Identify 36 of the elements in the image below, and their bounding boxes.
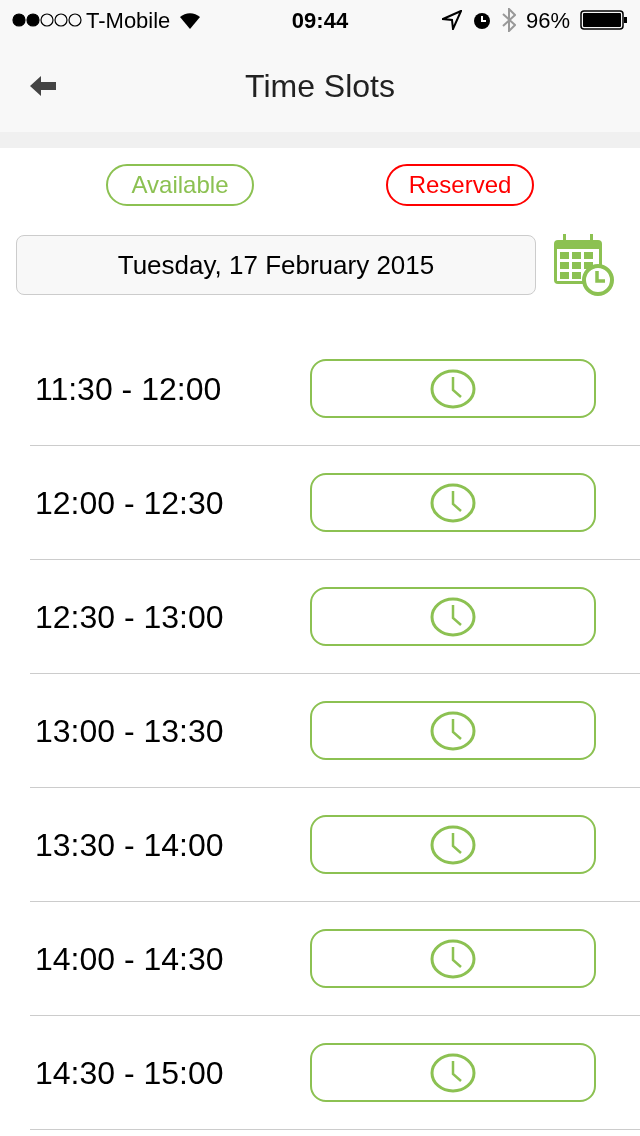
slot-button[interactable] <box>310 473 596 532</box>
clock-icon <box>430 482 476 523</box>
time-range: 14:30 - 15:00 <box>35 1053 225 1093</box>
slot-button[interactable] <box>310 815 596 874</box>
slot-button[interactable] <box>310 587 596 646</box>
clock-icon <box>430 1052 476 1093</box>
alarm-icon <box>471 10 492 30</box>
battery-icon <box>580 10 628 30</box>
clock-icon <box>430 938 476 979</box>
slot-button[interactable] <box>310 1043 596 1102</box>
slot-button[interactable] <box>310 929 596 988</box>
date-field[interactable]: Tuesday, 17 February 2015 <box>16 235 536 295</box>
time-range: 11:30 - 12:00 <box>35 369 223 409</box>
clock-icon <box>430 596 476 637</box>
carrier-name: T-Mobile <box>86 6 171 35</box>
calendar-clock-icon[interactable] <box>552 234 614 296</box>
clock-time: 09:44 <box>291 6 349 35</box>
wifi-icon <box>178 11 203 29</box>
signal-icon <box>12 13 82 27</box>
time-range: 13:00 - 13:30 <box>35 711 225 751</box>
slot-button[interactable] <box>310 701 596 760</box>
location-icon <box>441 10 462 30</box>
page-title: Time Slots <box>245 67 395 106</box>
clock-icon <box>430 368 476 409</box>
time-range: 12:30 - 13:00 <box>35 597 225 637</box>
back-arrow-icon <box>30 76 58 96</box>
status-legend: Reserved <box>386 164 534 206</box>
time-range: 14:00 - 14:30 <box>35 939 225 979</box>
time-range: 12:00 - 12:30 <box>35 483 225 523</box>
status-legend: Available <box>106 164 254 206</box>
time-range: 13:30 - 14:00 <box>35 825 225 865</box>
clock-icon <box>430 710 476 751</box>
bluetooth-icon <box>501 8 516 32</box>
battery-percent: 96% <box>525 6 570 35</box>
clock-icon <box>430 824 476 865</box>
slot-button[interactable] <box>310 359 596 418</box>
